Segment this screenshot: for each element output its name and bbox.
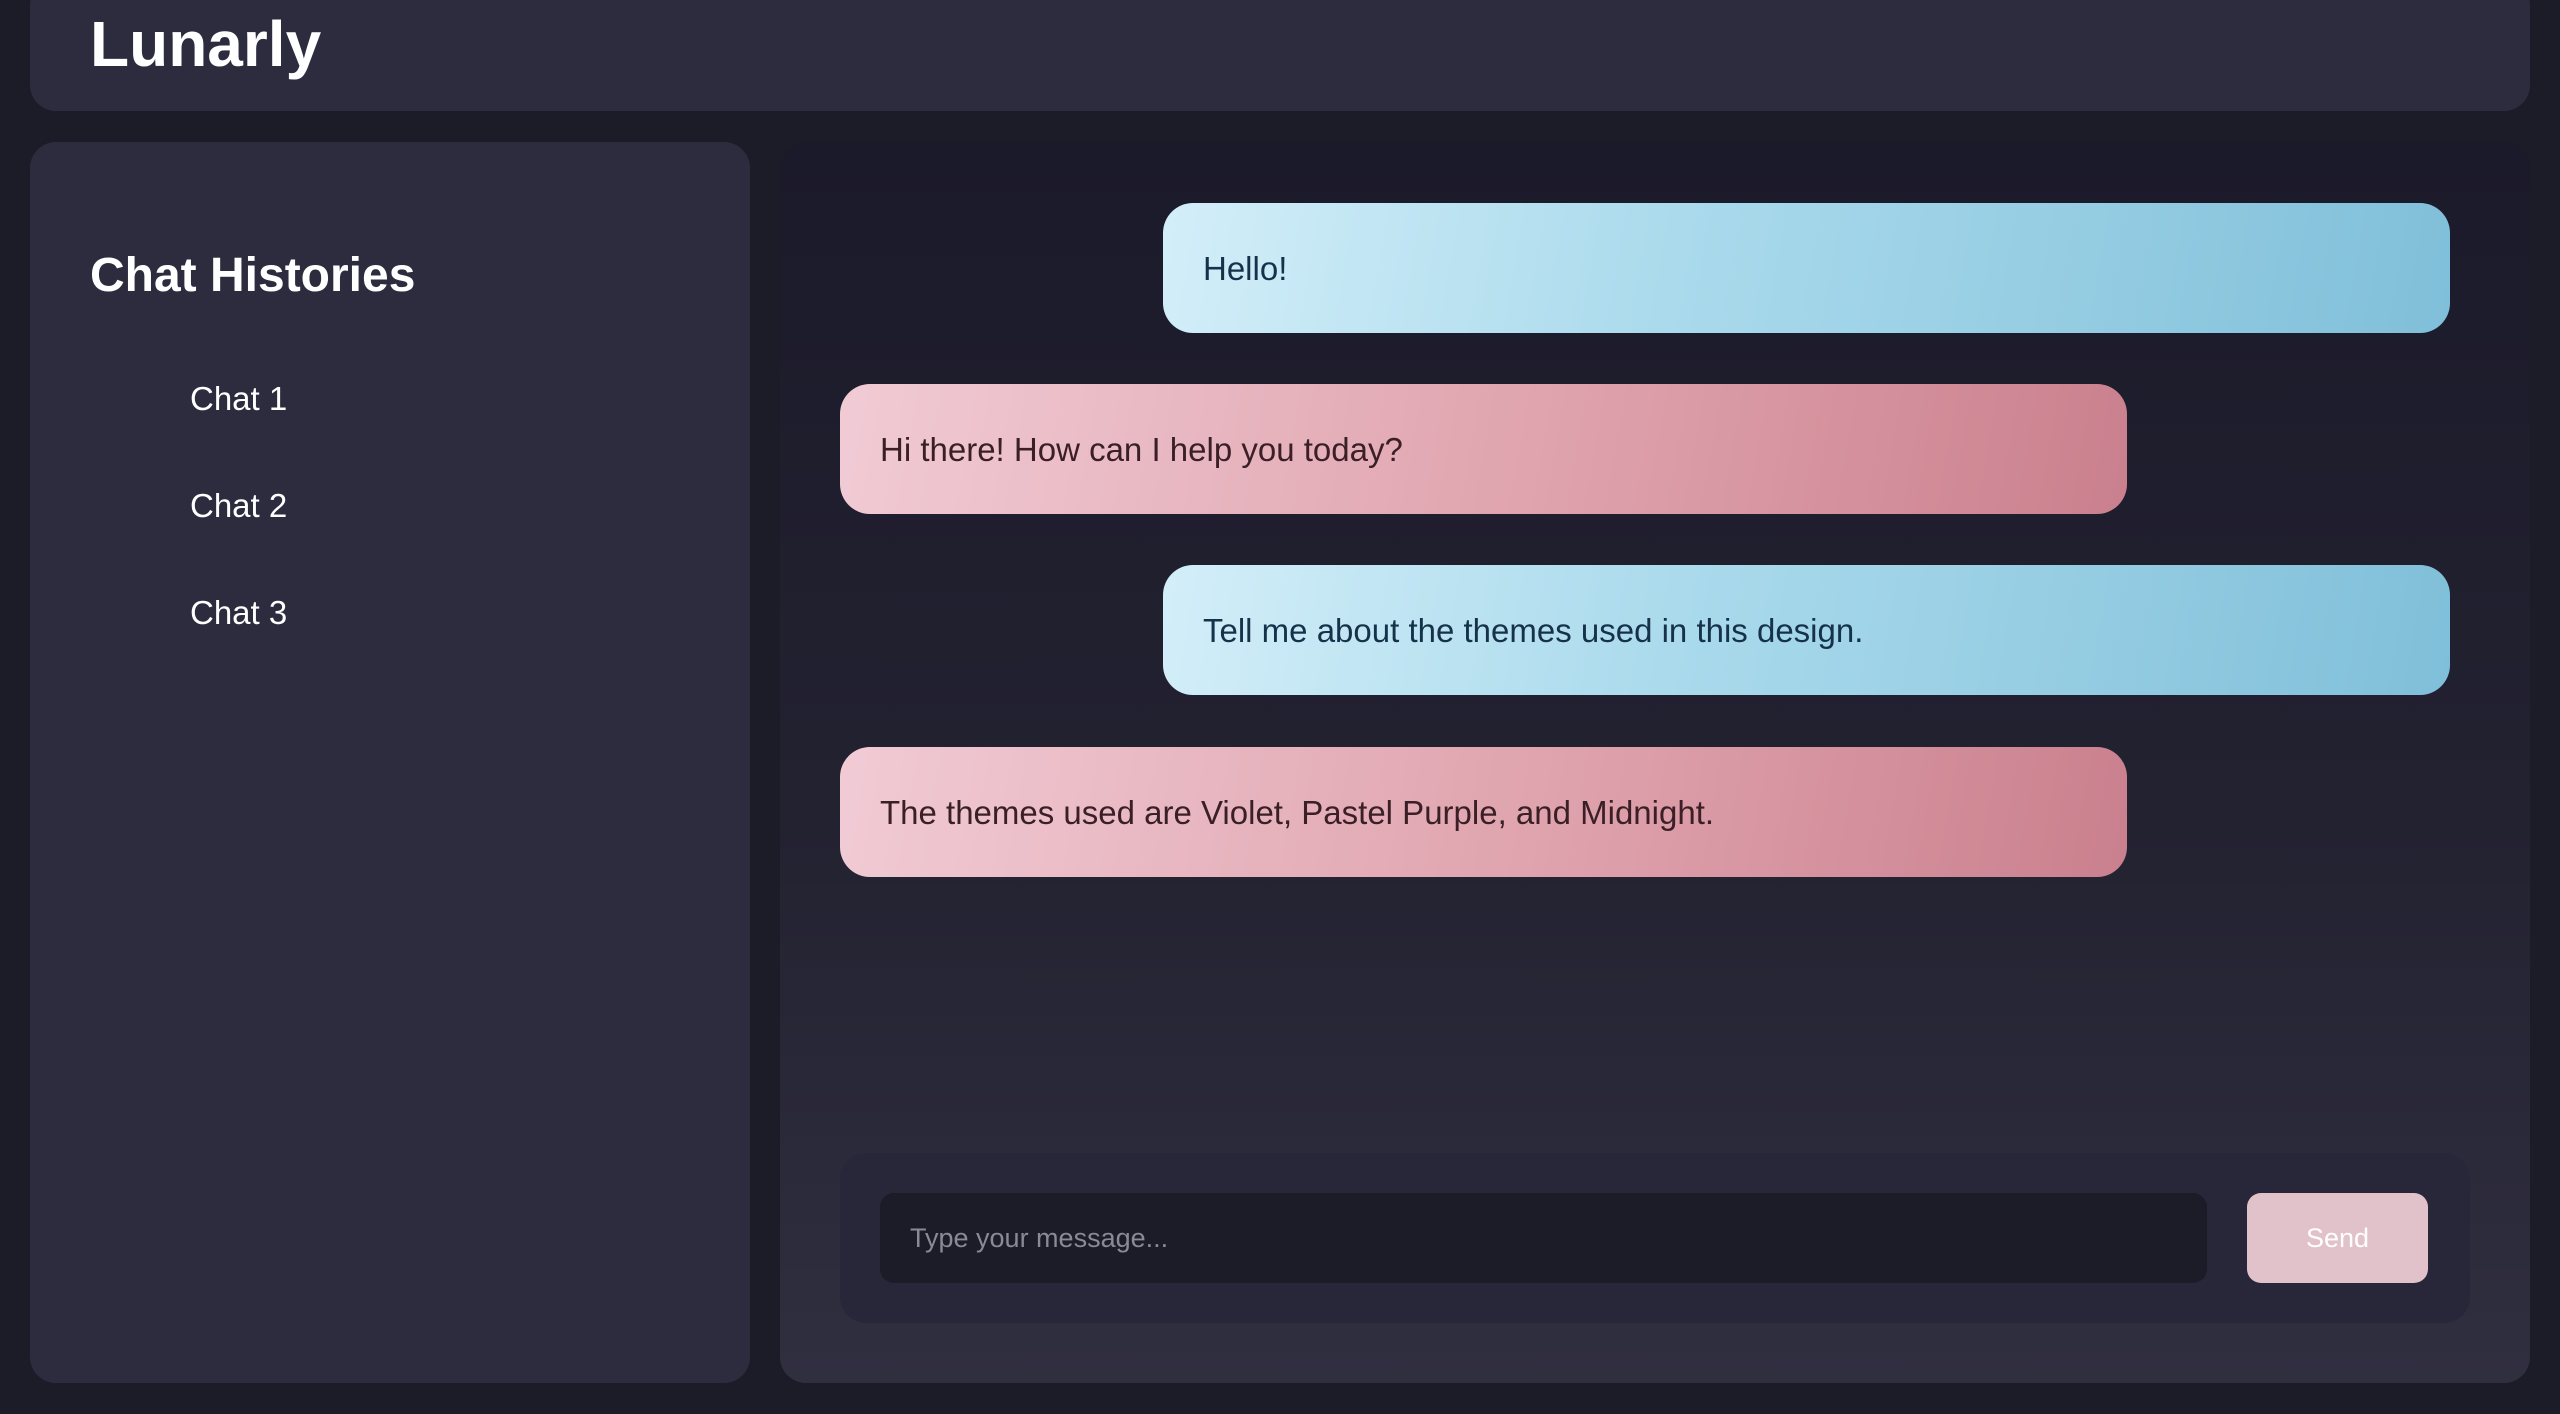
user-message: Tell me about the themes used in this de…: [1163, 565, 2450, 695]
chat-panel: Hello! Hi there! How can I help you toda…: [780, 142, 2530, 1383]
app-title: Lunarly: [90, 8, 322, 80]
sidebar-title: Chat Histories: [90, 249, 416, 302]
send-button[interactable]: Send: [2247, 1193, 2428, 1283]
chat-history-list: Chat 1 Chat 2 Chat 3: [190, 382, 287, 703]
bot-message: The themes used are Violet, Pastel Purpl…: [840, 747, 2127, 877]
chat-history-item-2[interactable]: Chat 2: [190, 489, 287, 596]
chat-history-item-1[interactable]: Chat 1: [190, 382, 287, 489]
chat-history-item-3[interactable]: Chat 3: [190, 596, 287, 703]
message-input[interactable]: [880, 1193, 2207, 1283]
app-header: Lunarly: [30, 0, 2530, 111]
bot-message: Hi there! How can I help you today?: [840, 384, 2127, 514]
user-message: Hello!: [1163, 203, 2450, 333]
sidebar: Chat Histories Chat 1 Chat 2 Chat 3: [30, 142, 750, 1383]
message-composer: Send: [840, 1153, 2470, 1323]
